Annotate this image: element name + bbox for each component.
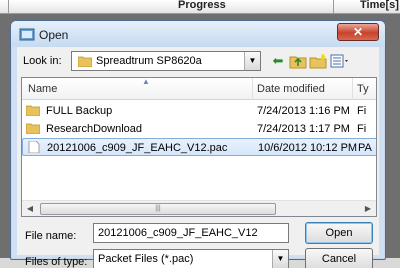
file-type-value: Packet Files (*.pac) — [98, 253, 194, 265]
file-type: Fi — [357, 105, 367, 117]
file-type: PA — [358, 142, 372, 154]
dialog-title: Open — [39, 28, 69, 42]
file-list[interactable]: ▲ Name Date modified Ty FULL Backup 7/24… — [21, 77, 377, 217]
cancel-button[interactable]: Cancel — [305, 248, 373, 268]
column-separator[interactable] — [352, 78, 353, 100]
file-date: 7/24/2013 1:16 PM — [257, 105, 350, 117]
look-in-combobox[interactable]: Spreadtrum SP8620a ▼ — [71, 51, 261, 71]
back-arrow-icon[interactable]: ⬅ — [269, 52, 287, 70]
views-menu-icon[interactable] — [329, 52, 351, 70]
list-item-selected[interactable]: 20121006_c909_JF_EAHC_V12.pac 10/6/2012 … — [22, 138, 376, 156]
file-date: 10/6/2012 10:12 PM — [258, 142, 358, 154]
up-folder-icon[interactable] — [289, 52, 307, 70]
file-name: ResearchDownload — [46, 123, 142, 135]
open-button[interactable]: Open — [305, 222, 373, 244]
folder-icon — [78, 56, 92, 67]
close-button[interactable]: ✕ — [337, 23, 379, 41]
folder-icon — [26, 123, 40, 134]
dialog-body: Look in: Spreadtrum SP8620a ▼ ⬅ ▲ Name D… — [17, 47, 379, 268]
scroll-right-icon[interactable]: ▶ — [360, 201, 376, 216]
look-in-label: Look in: — [23, 55, 62, 67]
horizontal-scrollbar[interactable]: ◀ ||| ▶ — [22, 200, 376, 216]
column-separator — [8, 0, 9, 14]
file-icon — [28, 141, 40, 153]
file-name: FULL Backup — [46, 105, 113, 117]
sort-ascending-icon: ▲ — [142, 77, 150, 86]
file-name-input[interactable]: 20121006_c909_JF_EAHC_V12 — [93, 223, 289, 243]
column-date-modified[interactable]: Date modified — [257, 83, 325, 95]
file-type-select[interactable]: Packet Files (*.pac) ▼ — [93, 249, 289, 268]
chevron-down-icon[interactable]: ▼ — [272, 250, 288, 268]
look-in-value: Spreadtrum SP8620a — [96, 55, 202, 67]
app-icon — [19, 28, 35, 41]
file-list-header: ▲ Name Date modified Ty — [22, 77, 376, 100]
file-name: 20121006_c909_JF_EAHC_V12.pac — [47, 142, 228, 154]
scrollbar-thumb[interactable]: ||| — [40, 203, 276, 215]
background-app-header: Progress Time[s] — [0, 0, 400, 14]
file-type: Fi — [357, 123, 367, 135]
file-type-label: Files of type: — [25, 256, 88, 268]
folder-icon — [26, 105, 40, 116]
scroll-left-icon[interactable]: ◀ — [22, 201, 38, 216]
column-name[interactable]: Name — [28, 83, 57, 95]
dialog-titlebar[interactable]: Open ✕ — [11, 21, 385, 47]
list-item[interactable]: FULL Backup 7/24/2013 1:16 PM Fi — [22, 102, 376, 120]
chevron-down-icon[interactable]: ▼ — [244, 52, 260, 70]
open-dialog: Open ✕ Look in: Spreadtrum SP8620a ▼ ⬅ ▲… — [10, 20, 386, 268]
file-date: 7/24/2013 1:17 PM — [257, 123, 350, 135]
file-name-label: File name: — [25, 230, 77, 242]
list-item[interactable]: ResearchDownload 7/24/2013 1:17 PM Fi — [22, 120, 376, 138]
column-separator[interactable] — [252, 78, 253, 100]
new-folder-icon[interactable] — [309, 52, 327, 70]
column-header-time: Time[s] — [360, 0, 399, 11]
column-header-progress: Progress — [178, 0, 226, 11]
column-separator — [333, 0, 334, 14]
column-type[interactable]: Ty — [357, 83, 369, 95]
